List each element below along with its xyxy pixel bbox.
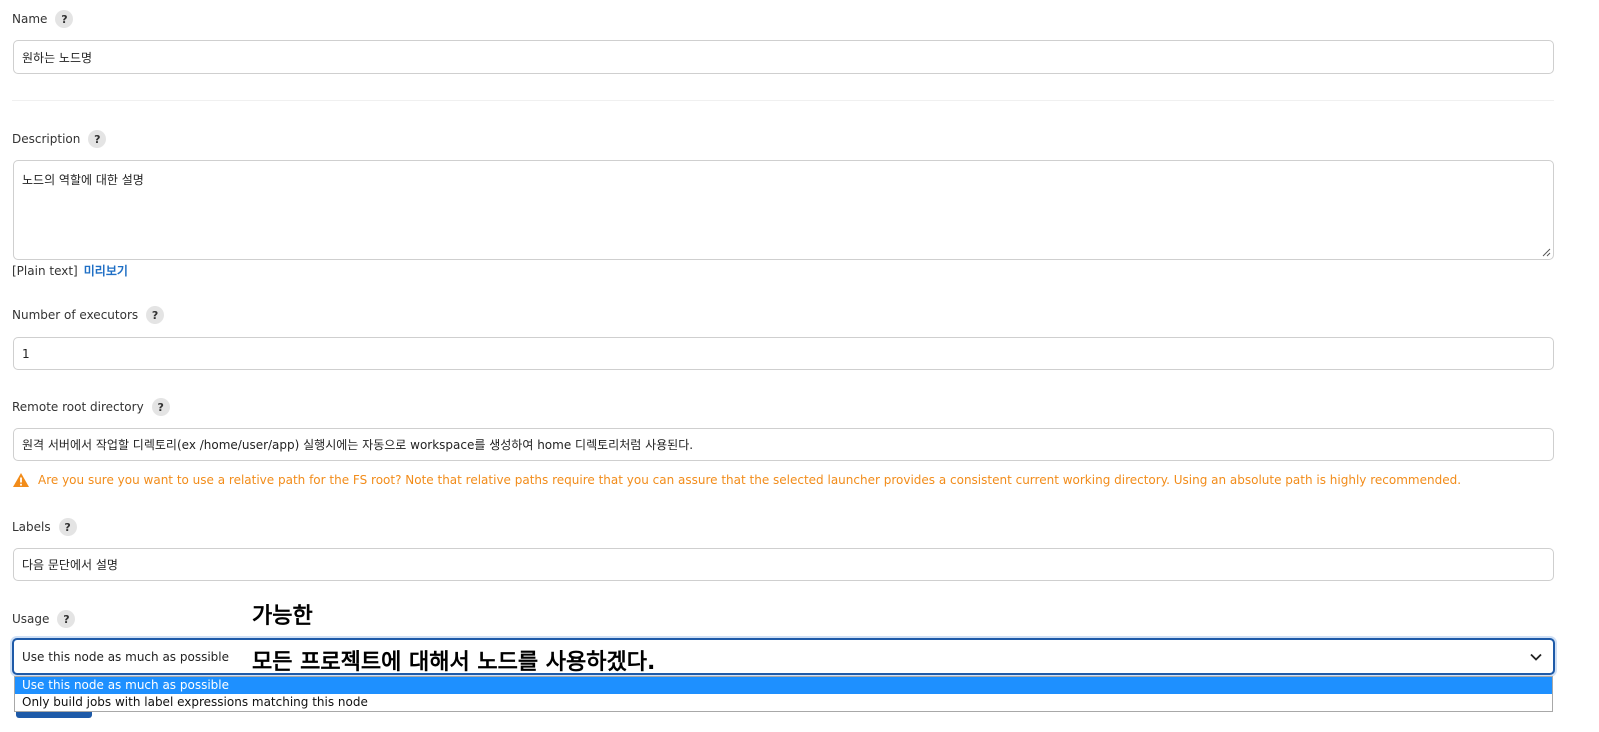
remote-root-help-icon[interactable]: ? <box>151 398 170 416</box>
usage-label: Usage <box>12 612 50 626</box>
save-button-edge[interactable] <box>16 712 92 718</box>
usage-option-label-expressions[interactable]: Only build jobs with label expressions m… <box>15 694 1552 711</box>
remote-root-input[interactable]: 원격 서버에서 작업할 디렉토리(ex /home/user/app) 실행시에… <box>13 428 1554 461</box>
annotation-line-1: 가능한 <box>252 604 313 629</box>
remote-root-label-row: Remote root directory ? <box>12 398 170 416</box>
description-label-row: Description ? <box>12 130 107 148</box>
remote-root-label: Remote root directory <box>12 400 144 414</box>
warning-text: Are you sure you want to use a relative … <box>38 473 1462 487</box>
usage-option-as-much-as-possible[interactable]: Use this node as much as possible <box>15 677 1552 694</box>
remote-root-value: 원격 서버에서 작업할 디렉토리(ex /home/user/app) 실행시에… <box>22 438 694 452</box>
labels-input[interactable]: 다음 문단에서 설명 <box>13 548 1554 581</box>
name-input[interactable]: 원하는 노드명 <box>13 40 1554 74</box>
usage-select[interactable]: Use this node as much as possible <box>12 638 1555 675</box>
description-textarea[interactable]: 노드의 역할에 대한 설명 <box>13 160 1554 260</box>
executors-label-row: Number of executors ? <box>12 306 165 324</box>
warning-icon <box>13 473 29 487</box>
labels-value: 다음 문단에서 설명 <box>22 558 118 572</box>
description-label: Description <box>12 132 81 146</box>
executors-value: 1 <box>22 346 30 361</box>
relative-path-warning: Are you sure you want to use a relative … <box>12 472 1461 488</box>
usage-help-icon[interactable]: ? <box>57 610 76 628</box>
name-help-icon[interactable]: ? <box>55 10 74 28</box>
usage-dropdown-list: Use this node as much as possible Only b… <box>14 676 1553 712</box>
usage-label-row: Usage ? <box>12 610 76 628</box>
description-help-icon[interactable]: ? <box>88 130 107 148</box>
executors-input[interactable]: 1 <box>13 337 1554 370</box>
description-format-row: [Plain text] 미리보기 <box>12 262 128 279</box>
usage-selected-value: Use this node as much as possible <box>22 649 229 664</box>
description-value: 노드의 역할에 대한 설명 <box>22 173 144 187</box>
format-label: [Plain text] <box>12 263 78 278</box>
node-config-form: Name ? 원하는 노드명 Description ? 노드의 역할에 대한 … <box>0 0 1599 732</box>
resize-grip-icon[interactable] <box>1541 247 1551 257</box>
preview-link[interactable]: 미리보기 <box>84 262 128 279</box>
annotation-line-2: 모든 프로젝트에 대해서 노드를 사용하겠다. <box>252 650 656 675</box>
labels-label: Labels <box>12 520 51 534</box>
executors-label: Number of executors <box>12 308 139 322</box>
name-label: Name <box>12 12 48 26</box>
name-input-value: 원하는 노드명 <box>22 50 93 65</box>
labels-label-row: Labels ? <box>12 518 77 536</box>
name-label-row: Name ? <box>12 10 74 28</box>
chevron-down-icon[interactable] <box>1529 650 1543 664</box>
executors-help-icon[interactable]: ? <box>146 306 165 324</box>
section-divider <box>12 100 1554 101</box>
labels-help-icon[interactable]: ? <box>58 518 77 536</box>
